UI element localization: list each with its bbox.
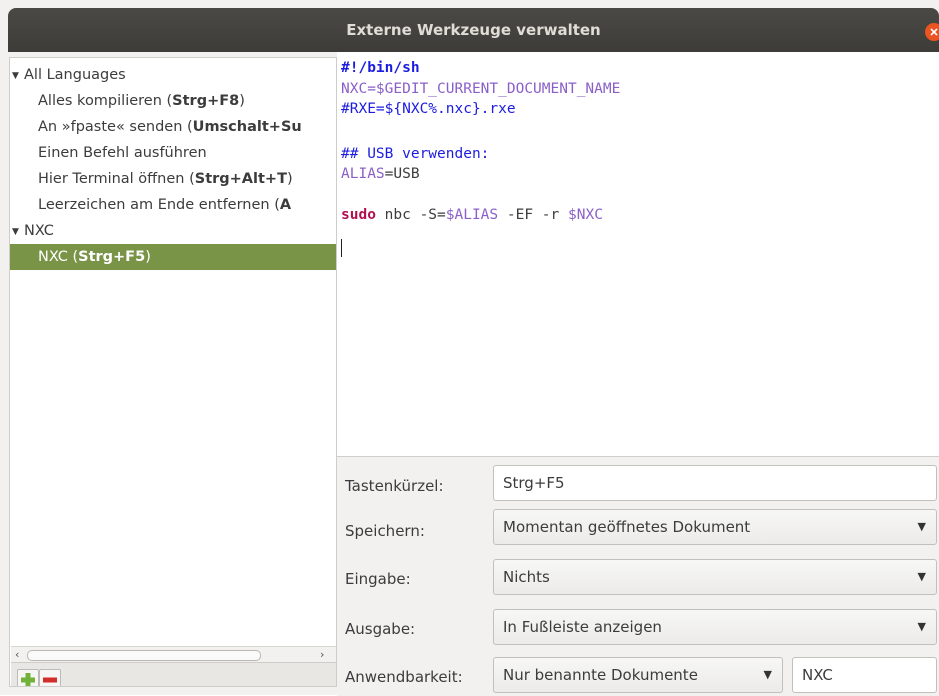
code-token: nbc -S= — [375, 207, 446, 223]
horizontal-scrollbar[interactable]: ‹ › — [11, 646, 336, 662]
category-label: All Languages — [24, 67, 126, 83]
tool-name: Leerzeichen am Ende entfernen ( — [38, 197, 280, 213]
tool-name: Alles kompilieren ( — [38, 93, 173, 109]
scroll-left-icon[interactable]: ‹ — [15, 647, 19, 662]
minus-icon — [43, 677, 57, 683]
tool-tail: ) — [286, 171, 293, 187]
code-token: -EF -r — [498, 207, 568, 223]
tool-properties: Tastenkürzel: Strg+F5 Speichern: Momenta… — [337, 456, 939, 696]
category-nxc[interactable]: ▼ NXC — [10, 218, 336, 244]
tool-item-selected[interactable]: NXC (Strg+F5) — [10, 244, 336, 270]
tool-name: NXC ( — [38, 249, 79, 265]
tool-name: Einen Befehl ausführen — [38, 145, 207, 161]
code-line: #RXE=${NXC%.nxc}.rxe — [341, 99, 516, 119]
tool-item[interactable]: An »fpaste« senden (Umschalt+Su — [10, 114, 336, 140]
applicability-combo[interactable]: Nur benannte Dokumente ▼ — [493, 657, 783, 693]
code-token: sudo — [341, 207, 376, 223]
shortcut-field[interactable]: Strg+F5 — [493, 465, 937, 501]
tool-name: Hier Terminal öffnen ( — [38, 171, 195, 187]
title-bar: Externe Werkzeuge verwalten — [8, 8, 939, 52]
add-tool-button[interactable] — [17, 669, 39, 686]
tool-shortcut: Strg+F5 — [78, 249, 146, 265]
applicability-combo-value: Nur benannte Dokumente — [503, 666, 698, 684]
code-line: ## USB verwenden: — [341, 144, 489, 164]
tool-item[interactable]: Leerzeichen am Ende entfernen (A — [10, 192, 336, 218]
text-caret — [341, 239, 342, 257]
tool-shortcut: Strg+Alt+T — [194, 171, 287, 187]
tree-toolbar — [11, 662, 336, 686]
chevron-down-icon: ▼ — [763, 668, 772, 681]
close-icon — [930, 28, 938, 36]
remove-tool-button[interactable] — [39, 669, 61, 686]
code-line: sudo nbc -S=$ALIAS -EF -r $NXC — [341, 205, 603, 225]
scroll-right-icon[interactable]: › — [320, 647, 324, 662]
script-editor[interactable]: #!/bin/sh NXC=$GEDIT_CURRENT_DOCUMENT_NAM… — [337, 52, 939, 456]
shortcut-label: Tastenkürzel: — [345, 477, 444, 495]
close-button[interactable] — [925, 23, 939, 41]
plus-icon — [21, 673, 35, 686]
save-label: Speichern: — [345, 522, 425, 540]
code-line: #!/bin/sh — [341, 58, 420, 78]
tool-shortcut: A — [279, 197, 292, 213]
input-label: Eingabe: — [345, 570, 411, 588]
output-label: Ausgabe: — [345, 620, 416, 638]
category-label: NXC — [24, 223, 54, 239]
applicability-label: Anwendbarkeit: — [345, 668, 463, 686]
expander-icon[interactable]: ▼ — [12, 63, 24, 88]
code-token: $ALIAS — [445, 207, 499, 223]
output-combo[interactable]: In Fußleiste anzeigen ▼ — [493, 609, 937, 645]
scrollbar-thumb[interactable] — [27, 650, 261, 661]
output-combo-value: In Fußleiste anzeigen — [503, 618, 662, 636]
tools-tree[interactable]: ▼ All Languages Alles kompilieren (Strg+F… — [9, 57, 337, 687]
input-combo[interactable]: Nichts ▼ — [493, 559, 937, 595]
code-token: ## USB verwenden: — [341, 146, 490, 162]
window-title: Externe Werkzeuge verwalten — [346, 21, 601, 39]
tool-tail: ) — [145, 249, 151, 265]
input-combo-value: Nichts — [503, 568, 550, 586]
chevron-down-icon: ▼ — [917, 620, 926, 633]
code-token: ALIAS — [341, 166, 385, 182]
save-combo[interactable]: Momentan geöffnetes Dokument ▼ — [493, 509, 937, 545]
tool-item[interactable]: Einen Befehl ausführen — [10, 140, 336, 166]
tool-item[interactable]: Hier Terminal öffnen (Strg+Alt+T) — [10, 166, 336, 192]
code-line: ALIAS=USB — [341, 164, 420, 184]
save-combo-value: Momentan geöffnetes Dokument — [503, 518, 751, 536]
expander-icon[interactable]: ▼ — [12, 219, 24, 244]
code-token: #!/bin/sh — [341, 60, 420, 76]
code-token: $NXC — [568, 207, 603, 223]
chevron-down-icon: ▼ — [917, 520, 926, 533]
code-token: #RXE=${NXC%.nxc}.rxe — [341, 101, 516, 117]
language-field[interactable]: NXC — [792, 657, 937, 693]
code-line: NXC=$GEDIT_CURRENT_DOCUMENT_NAME — [341, 79, 620, 99]
tool-shortcut: Umschalt+Su — [192, 119, 302, 135]
chevron-down-icon: ▼ — [917, 570, 926, 583]
tool-tail: ) — [239, 93, 245, 109]
code-token: =USB — [384, 166, 420, 182]
tools-pane: ▼ All Languages Alles kompilieren (Strg+F… — [8, 52, 338, 695]
tool-shortcut: Strg+F8 — [172, 93, 240, 109]
code-token: NXC=$GEDIT_CURRENT_DOCUMENT_NAME — [341, 81, 621, 97]
tool-item[interactable]: Alles kompilieren (Strg+F8) — [10, 88, 336, 114]
category-all-languages[interactable]: ▼ All Languages — [10, 62, 336, 88]
tool-name: An »fpaste« senden ( — [38, 119, 193, 135]
dialog-window: Externe Werkzeuge verwalten ▼ All Languag… — [0, 0, 939, 696]
